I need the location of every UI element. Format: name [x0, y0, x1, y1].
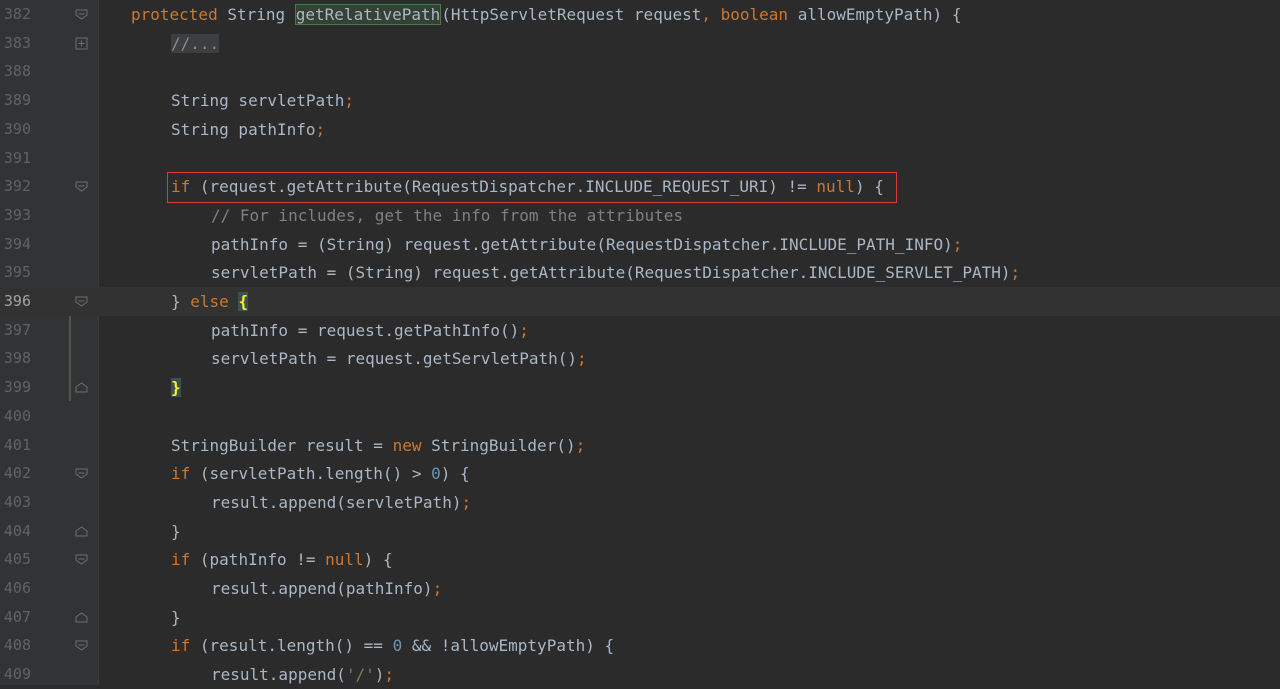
- line-number: 390: [3, 119, 31, 138]
- code-line: 382 protected String getRelativePath(Htt…: [0, 0, 1280, 29]
- line-number: 382: [3, 5, 31, 23]
- code-editor[interactable]: 382 protected String getRelativePath(Htt…: [0, 0, 1280, 685]
- code-line: 400: [0, 402, 1280, 431]
- code-text: String pathInfo;: [171, 119, 326, 139]
- highlight-box: [167, 172, 897, 203]
- code-line: 394 pathInfo = (String) request.getAttri…: [0, 230, 1280, 259]
- fold-close-icon[interactable]: [75, 525, 88, 538]
- code-line: 408 if (result.length() == 0 && !allowEm…: [0, 631, 1280, 660]
- line-number: 407: [3, 607, 31, 626]
- code-line: 397 pathInfo = request.getPathInfo();: [0, 316, 1280, 345]
- code-comment: // For includes, get the info from the a…: [211, 205, 684, 225]
- code-text: StringBuilder result = new StringBuilder…: [171, 435, 586, 455]
- fold-open-icon[interactable]: [75, 639, 88, 652]
- line-number: 399: [3, 378, 31, 397]
- code-text: //...: [171, 29, 220, 58]
- line-number: 400: [3, 406, 31, 425]
- code-text: } else {: [171, 292, 249, 311]
- fold-open-icon[interactable]: [75, 180, 88, 193]
- code-line: 390 String pathInfo;: [0, 115, 1280, 144]
- code-text: }: [171, 607, 181, 627]
- code-line: 399 }: [0, 373, 1280, 402]
- line-number: 405: [3, 550, 31, 569]
- line-number: 402: [3, 464, 31, 483]
- code-line: 405 if (pathInfo != null) {: [0, 545, 1280, 574]
- code-line: 406 result.append(pathInfo);: [0, 574, 1280, 603]
- code-line: 389 String servletPath;: [0, 86, 1280, 115]
- line-number: 391: [3, 148, 31, 167]
- code-line: 393 // For includes, get the info from t…: [0, 201, 1280, 230]
- line-number: 389: [3, 91, 31, 110]
- code-text: pathInfo = (String) request.getAttribute…: [211, 234, 963, 254]
- code-line: 402 if (servletPath.length() > 0) {: [0, 459, 1280, 488]
- line-number: 383: [3, 33, 31, 52]
- code-line: 391: [0, 144, 1280, 173]
- code-text: protected String getRelativePath(HttpSer…: [131, 4, 962, 25]
- line-number: 393: [3, 205, 31, 224]
- line-number: 396: [3, 292, 31, 310]
- code-text: if (result.length() == 0 && !allowEmptyP…: [171, 636, 615, 656]
- code-text: String servletPath;: [171, 91, 355, 111]
- code-line-current: 396 } else {: [0, 287, 1280, 316]
- line-number: 394: [3, 234, 31, 253]
- code-line: 407 }: [0, 603, 1280, 632]
- fold-open-icon[interactable]: [75, 295, 88, 308]
- code-line: 388: [0, 57, 1280, 86]
- line-number: 388: [3, 62, 31, 81]
- code-text: }: [171, 521, 181, 541]
- code-line: 383 //...: [0, 29, 1280, 58]
- code-text: result.append(servletPath);: [211, 492, 472, 512]
- code-text: servletPath = (String) request.getAttrib…: [211, 263, 1021, 283]
- line-number: 403: [3, 492, 31, 511]
- fold-open-icon[interactable]: [75, 553, 88, 566]
- line-number: 401: [3, 435, 31, 454]
- line-number: 395: [3, 263, 31, 282]
- code-line: 404 }: [0, 517, 1280, 546]
- line-number: 404: [3, 521, 31, 540]
- line-number: 397: [3, 320, 31, 339]
- code-text: if (servletPath.length() > 0) {: [171, 464, 470, 484]
- line-number: 406: [3, 579, 31, 597]
- fold-open-icon[interactable]: [75, 8, 88, 21]
- code-text: pathInfo = request.getPathInfo();: [211, 320, 529, 340]
- fold-close-icon[interactable]: [75, 611, 88, 624]
- code-line: 403 result.append(servletPath);: [0, 488, 1280, 517]
- fold-collapsed-icon[interactable]: [75, 37, 88, 50]
- code-line: 398 servletPath = request.getServletPath…: [0, 344, 1280, 373]
- line-number: 408: [3, 636, 31, 655]
- folded-region[interactable]: //...: [171, 33, 220, 53]
- fold-close-icon[interactable]: [75, 381, 88, 394]
- code-text: result.append(pathInfo);: [211, 579, 443, 598]
- line-number: 392: [3, 177, 31, 196]
- code-line: 395 servletPath = (String) request.getAt…: [0, 258, 1280, 287]
- code-text: }: [171, 378, 181, 398]
- code-text: if (pathInfo != null) {: [171, 550, 393, 570]
- fold-open-icon[interactable]: [75, 467, 88, 480]
- code-line: 401 StringBuilder result = new StringBui…: [0, 431, 1280, 460]
- code-text: servletPath = request.getServletPath();: [211, 349, 587, 369]
- line-number: 398: [3, 349, 31, 368]
